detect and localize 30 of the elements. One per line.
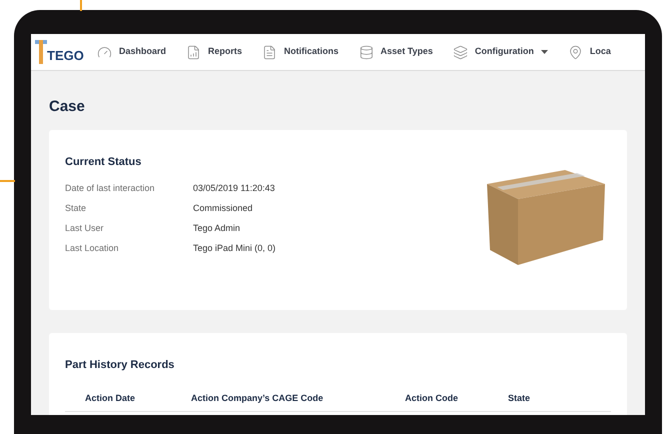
column-header: Action Date xyxy=(85,392,136,404)
document-icon xyxy=(262,44,278,60)
nav-link[interactable]: Dashboard xyxy=(97,44,166,60)
field-label: Last User xyxy=(65,222,105,235)
logo-icon xyxy=(35,40,47,64)
field-value: 03/05/2019 11:20:43 xyxy=(193,182,275,195)
nav-link[interactable]: Reports xyxy=(186,44,242,60)
gauge-icon xyxy=(97,44,112,60)
report-icon xyxy=(186,44,202,60)
page-title: Case xyxy=(49,97,86,114)
field-label: Last Location xyxy=(65,242,120,255)
column-header: Action Code xyxy=(405,392,459,404)
field-value: Tego iPad Mini (0, 0) xyxy=(193,242,276,255)
field-value: Commissioned xyxy=(193,202,253,215)
card-title: Part History Records xyxy=(65,358,176,373)
field-label: Date of last interaction xyxy=(65,182,156,195)
database-icon xyxy=(358,44,374,60)
nav-link[interactable]: Loca xyxy=(568,44,611,60)
logo-text: TEGO xyxy=(47,49,84,62)
accent-line xyxy=(0,180,15,182)
nav-link[interactable]: Asset Types xyxy=(358,44,433,60)
map-pin-icon xyxy=(568,44,583,60)
field-label: State xyxy=(65,202,88,215)
field-value: Tego Admin xyxy=(193,222,240,235)
nav-link[interactable]: Notifications xyxy=(262,44,339,60)
layers-icon xyxy=(452,44,468,60)
card-title: Current Status xyxy=(65,155,142,170)
column-header: State xyxy=(508,392,532,404)
column-header: Action Company’s CAGE Code xyxy=(191,392,324,405)
nav-link[interactable]: Configuration xyxy=(452,44,548,60)
